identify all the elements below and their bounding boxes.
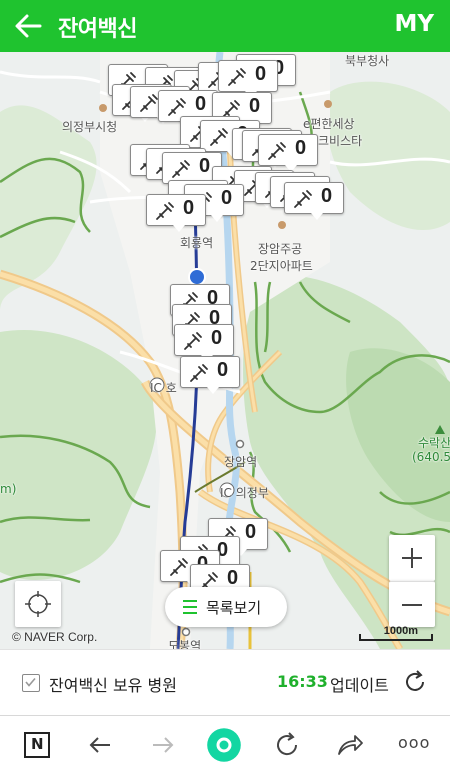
page-title: 잔여백신 [58,17,137,42]
remaining-vaccine-count: 0 [211,327,223,349]
syringe-icon [294,190,312,208]
poi-label: 회룡역 [180,236,214,250]
syringe-icon [170,558,188,576]
remaining-vaccine-count: 0 [183,197,195,219]
syringe-icon [156,202,174,220]
map-view[interactable]: 의정부시청 북부청사 e편한세상 크비스타 회룡역 장암주공 2단지아파트 IC… [0,52,450,649]
list-icon [183,600,197,614]
syringe-icon [172,160,190,178]
remaining-vaccine-count: 0 [249,95,261,117]
poi-label: 의정부시청 [62,120,118,134]
syringe-icon [228,68,246,86]
remaining-vaccine-count: 0 [199,155,211,177]
poi-label: 수락산 [418,436,450,450]
vaccine-hospital-marker[interactable]: 0 [284,182,344,220]
vaccine-filter-checkbox[interactable] [22,674,40,692]
syringe-icon [168,98,186,116]
my-button[interactable]: MY [394,11,434,37]
poi-label: IC 의정부 [220,486,269,500]
poi-label: 도봉역 [168,639,202,649]
vaccine-filter-label[interactable]: 잔여백신 보유 병원 [49,672,177,696]
app-header: 잔여백신 MY [0,0,450,52]
map-scale-bar: 1000m [358,624,434,642]
poi-label: IC 호 [150,381,177,395]
share-icon[interactable] [335,730,365,760]
remaining-vaccine-count: 0 [245,521,257,543]
back-arrow-icon[interactable] [85,730,115,760]
list-view-button[interactable]: 목록보기 [165,587,287,627]
syringe-icon [210,128,228,146]
vaccine-hospital-marker[interactable]: 0 [146,194,206,232]
more-icon[interactable]: ooo [398,733,429,763]
remaining-vaccine-count: 0 [195,93,207,115]
poi-label: (640.5 [412,450,450,464]
vaccine-hospital-marker[interactable]: 0 [218,60,278,98]
poi-label: 장암주공 [258,242,303,256]
list-view-label: 목록보기 [206,599,262,617]
poi-label: 크비스타 [318,134,363,148]
back-arrow-icon[interactable] [12,9,46,43]
zoom-in-button[interactable] [389,535,435,581]
poi-label: 북부청사 [345,54,390,68]
naver-n-icon[interactable]: N [22,730,52,760]
forward-arrow-icon[interactable] [148,730,178,760]
plus-icon [402,548,422,568]
home-dot-icon[interactable] [206,727,242,763]
syringe-icon [268,142,286,160]
vaccine-hospital-marker[interactable]: 0 [258,134,318,172]
poi-label: 2단지아파트 [250,259,313,273]
vaccine-hospital-marker[interactable]: 0 [180,356,240,394]
syringe-icon [140,94,158,112]
browser-toolbar: N ooo [0,715,450,775]
refresh-icon[interactable] [402,669,428,695]
update-time: 16:33 [277,672,328,691]
remaining-vaccine-count: 0 [217,359,229,381]
check-icon [25,677,36,687]
reload-icon[interactable] [272,730,302,760]
remaining-vaccine-count: 0 [221,187,233,209]
scale-line [359,634,433,641]
map-copyright: © NAVER Corp. [12,630,98,644]
syringe-icon [184,332,202,350]
poi-label: m) [0,482,17,496]
filter-bar: 잔여백신 보유 병원 16:33 업데이트 [0,649,450,715]
remaining-vaccine-count: 0 [295,137,307,159]
syringe-icon [190,364,208,382]
poi-label: 장암역 [224,455,258,469]
poi-label: e편한세상 [303,117,355,131]
zoom-out-button[interactable] [389,581,435,627]
update-label: 업데이트 [330,676,389,695]
remaining-vaccine-count: 0 [321,185,333,207]
remaining-vaccine-count: 0 [255,63,267,85]
my-location-button[interactable] [15,581,61,627]
crosshair-icon [25,591,51,617]
minus-icon [402,604,422,606]
naver-n-label: N [31,735,44,753]
vaccine-hospital-marker[interactable]: 0 [174,324,234,362]
